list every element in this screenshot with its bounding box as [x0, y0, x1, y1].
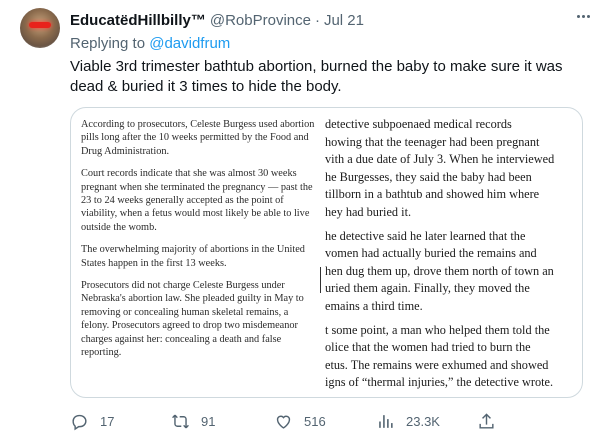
- retweet-icon: [172, 414, 189, 428]
- article-paragraph: t some point, a man who helped them told…: [325, 322, 582, 392]
- heart-icon: [276, 415, 291, 429]
- tweet-actions: 17 91 516 23.3K: [70, 410, 560, 432]
- article-line: igns of “thermal injuries,” the detectiv…: [325, 375, 554, 390]
- like-count: 516: [304, 413, 326, 429]
- article-line: he detective said he later learned that …: [325, 228, 526, 243]
- article-line: uried them again. Finally, they moved th…: [325, 281, 530, 296]
- article-line: howing that the teenager had been pregna…: [325, 134, 540, 149]
- retweet-button[interactable]: 91: [171, 410, 215, 432]
- article-paragraph: detective subpoenaed medical records how…: [325, 116, 582, 222]
- article-clip-right: detective subpoenaed medical records how…: [325, 116, 582, 397]
- views-icon: [379, 414, 393, 428]
- retweet-count: 91: [201, 413, 216, 429]
- tweet-text: Viable 3rd trimester bathtub abortion, b…: [70, 58, 563, 95]
- article-line: hen dug them up, drove them north of tow…: [325, 263, 554, 278]
- article-clip-left: According to prosecutors, Celeste Burges…: [81, 118, 317, 369]
- reply-icon: [72, 414, 87, 430]
- display-name[interactable]: EducatëdHillbilly™: [70, 12, 206, 29]
- header-separator: ·: [314, 11, 320, 29]
- tweet-timestamp[interactable]: Jul 21: [324, 12, 364, 29]
- article-line: detective subpoenaed medical records: [325, 117, 512, 131]
- article-paragraph: he detective said he later learned that …: [325, 228, 582, 316]
- article-line: olice that the women had tried to burn t…: [325, 340, 531, 355]
- replying-mention-link[interactable]: @davidfrum: [149, 35, 230, 52]
- article-line: t some point, a man who helped them told…: [325, 322, 550, 337]
- text-cursor-divider: [320, 267, 321, 293]
- article-line: vith a due date of July 3. When he inter…: [325, 152, 555, 167]
- article-line: he Burgesses, they said the baby had bee…: [325, 169, 532, 184]
- more-icon[interactable]: [574, 8, 592, 24]
- article-paragraph: Court records indicate that she was almo…: [81, 168, 313, 233]
- avatar[interactable]: [20, 8, 60, 48]
- article-line: tillborn in a bathtub and showed him whe…: [325, 187, 540, 202]
- article-line: etus. The remains were exhumed and showe…: [325, 357, 549, 372]
- article-line: hey had buried it.: [325, 204, 412, 219]
- article-paragraph: The overwhelming majority of abortions i…: [81, 244, 305, 269]
- replying-prefix: Replying to: [70, 35, 146, 52]
- user-handle[interactable]: @RobProvince: [210, 12, 311, 29]
- like-button[interactable]: 516: [274, 410, 326, 432]
- reply-count: 17: [100, 413, 115, 429]
- views-count: 23.3K: [406, 413, 440, 429]
- tweet-media-image[interactable]: According to prosecutors, Celeste Burges…: [70, 107, 583, 398]
- tweet-header: EducatëdHillbilly™ @RobProvince · Jul 21: [70, 10, 584, 30]
- reply-button[interactable]: 17: [70, 410, 114, 432]
- article-line: emains a third time.: [325, 298, 423, 313]
- avatar-glowing-eyes: [29, 22, 51, 28]
- share-icon: [479, 412, 494, 429]
- article-paragraph: Prosecutors did not charge Celeste Burge…: [81, 280, 304, 359]
- article-line: vomen had actually buried the remains an…: [325, 246, 537, 261]
- views-button[interactable]: 23.3K: [376, 410, 440, 432]
- share-button[interactable]: [477, 410, 496, 432]
- replying-to: Replying to @davidfrum: [70, 35, 230, 52]
- article-paragraph: According to prosecutors, Celeste Burges…: [81, 119, 315, 157]
